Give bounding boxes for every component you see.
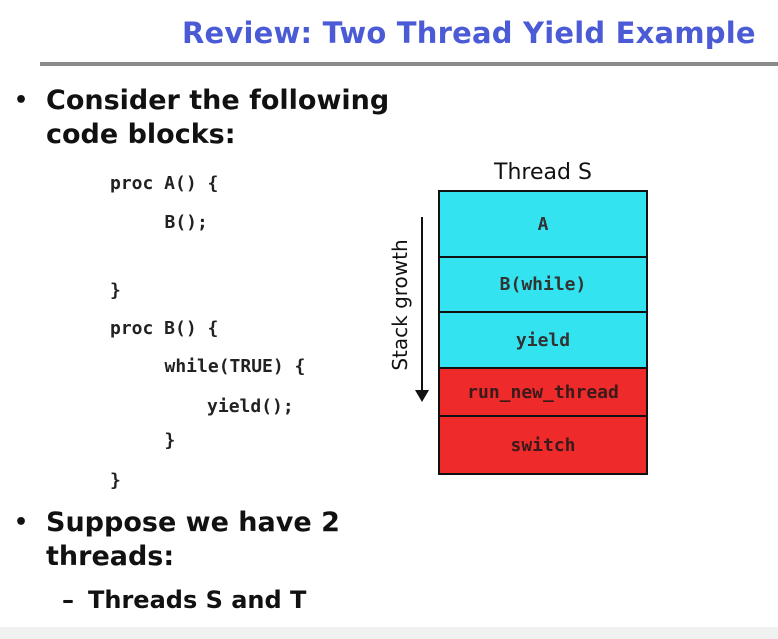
stack-frame-a: A xyxy=(440,192,646,258)
bullet-dot: • xyxy=(14,88,29,113)
stack-growth-label: Stack growth xyxy=(388,239,412,371)
code-line: B(); xyxy=(132,212,208,233)
stack-frame-yield: yield xyxy=(440,313,646,369)
title-underline xyxy=(40,62,778,66)
code-line: } xyxy=(110,280,121,301)
stack-title: Thread S xyxy=(494,160,592,185)
sub-bullet-dash: – xyxy=(62,586,74,614)
footer-bar xyxy=(0,627,778,639)
code-line: yield(); xyxy=(142,396,294,417)
bullet-dot: • xyxy=(14,510,29,535)
code-line: proc B() { xyxy=(110,318,219,339)
stack-frame-switch: switch xyxy=(440,417,646,473)
thread-stack: A B(while) yield run_new_thread switch xyxy=(438,190,648,475)
sub-bullet-text: Threads S and T xyxy=(88,586,307,614)
code-line: } xyxy=(110,470,121,491)
code-line: while(TRUE) { xyxy=(132,356,306,377)
arrow-down-icon xyxy=(415,390,429,402)
slide-title: Review: Two Thread Yield Example xyxy=(182,16,756,50)
bullet-text-line-1: Suppose we have 2 xyxy=(46,507,340,538)
bullet-text-line-2: threads: xyxy=(46,541,175,572)
bullet-text-line-1: Consider the following xyxy=(46,85,390,116)
stack-growth-arrow xyxy=(421,217,423,393)
bullet-text-line-2: code blocks: xyxy=(46,119,236,150)
stack-frame-run-new-thread: run_new_thread xyxy=(440,369,646,417)
code-line: } xyxy=(132,430,176,451)
stack-frame-b-while: B(while) xyxy=(440,258,646,313)
code-line: proc A() { xyxy=(110,173,219,194)
